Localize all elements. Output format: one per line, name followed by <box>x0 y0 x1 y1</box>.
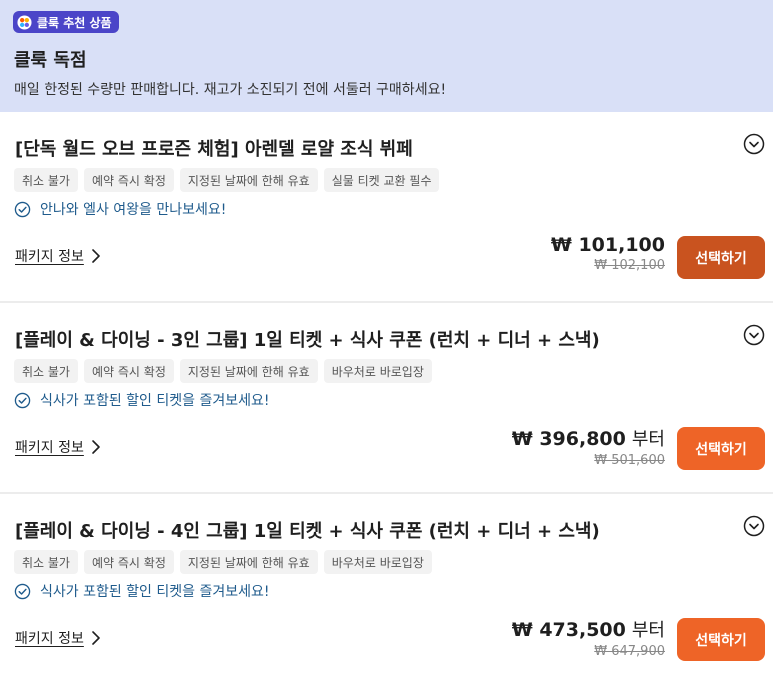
price-block: ₩ 473,500 부터 ₩ 647,900 <box>512 616 665 659</box>
product-tags: 취소 불가 예약 즉시 확정 지정된 날짜에 한해 유효 바우처로 바로입장 <box>14 550 432 574</box>
product-tag: 지정된 날짜에 한해 유효 <box>179 168 318 192</box>
product-tags: 취소 불가 예약 즉시 확정 지정된 날짜에 한해 유효 실물 티켓 교환 필수 <box>14 168 440 192</box>
product-title: [단독 월드 오브 프로즌 체험] 아렌델 로얄 조식 뷔페 <box>15 139 413 160</box>
chevron-right-icon <box>92 440 100 454</box>
expand-chevron-icon[interactable] <box>743 133 765 155</box>
product-tag: 취소 불가 <box>14 550 78 574</box>
product-card: [플레이 & 다이닝 - 3인 그룹] 1일 티켓 + 식사 쿠폰 (런치 + … <box>0 303 773 493</box>
product-highlight-text: 안나와 엘사 여왕을 만나보세요! <box>40 202 227 218</box>
product-tag: 실물 티켓 교환 필수 <box>323 168 440 192</box>
current-price: ₩ 396,800 <box>511 428 626 450</box>
product-highlight-text: 식사가 포함된 할인 티켓을 즐겨보세요! <box>40 393 270 409</box>
package-info-link[interactable]: 패키지 정보 <box>15 437 102 457</box>
select-button[interactable]: 선택하기 <box>677 427 765 470</box>
package-info-label: 패키지 정보 <box>15 440 84 456</box>
promo-subtitle: 매일 한정된 수량만 판매합니다. 재고가 소진되기 전에 서둘러 구매하세요! <box>14 82 447 98</box>
check-circle-icon <box>14 392 31 408</box>
package-info-label: 패키지 정보 <box>15 631 84 647</box>
check-circle-icon <box>14 583 31 599</box>
product-tag: 취소 불가 <box>14 168 78 192</box>
select-button[interactable]: 선택하기 <box>677 618 765 661</box>
price-block: ₩ 396,800 부터 ₩ 501,600 <box>512 425 665 468</box>
product-tag: 예약 즉시 확정 <box>83 168 174 192</box>
product-tag: 바우처로 바로입장 <box>323 550 432 574</box>
product-card: [플레이 & 다이닝 - 4인 그룹] 1일 티켓 + 식사 쿠폰 (런치 + … <box>0 494 773 677</box>
current-price: ₩ 101,100 <box>550 234 665 256</box>
price-from-suffix: 부터 <box>631 429 665 450</box>
exclusive-promo-header: 클룩 추천 상품 클룩 독점 매일 한정된 수량만 판매합니다. 재고가 소진되… <box>0 0 773 112</box>
product-highlight: 안나와 엘사 여왕을 만나보세요! <box>14 199 226 219</box>
product-tag: 바우처로 바로입장 <box>323 359 432 383</box>
original-price: ₩ 102,100 <box>594 258 665 273</box>
check-circle-icon <box>14 201 31 217</box>
recommended-badge-label: 클룩 추천 상품 <box>37 15 112 30</box>
product-highlight: 식사가 포함된 할인 티켓을 즐겨보세요! <box>14 390 270 410</box>
product-title: [플레이 & 다이닝 - 4인 그룹] 1일 티켓 + 식사 쿠폰 (런치 + … <box>15 521 600 542</box>
klook-logo-icon <box>17 14 32 30</box>
product-title: [플레이 & 다이닝 - 3인 그룹] 1일 티켓 + 식사 쿠폰 (런치 + … <box>15 330 600 351</box>
promo-title: 클룩 독점 <box>14 50 87 71</box>
price-from-suffix: 부터 <box>631 620 665 641</box>
expand-chevron-icon[interactable] <box>743 324 765 346</box>
product-card: [단독 월드 오브 프로즌 체험] 아렌델 로얄 조식 뷔페 취소 불가 예약 … <box>0 112 773 302</box>
expand-chevron-icon[interactable] <box>743 515 765 537</box>
product-tag: 취소 불가 <box>14 359 78 383</box>
package-info-label: 패키지 정보 <box>15 249 84 265</box>
package-info-link[interactable]: 패키지 정보 <box>15 246 102 266</box>
exclusive-products-page: 클룩 추천 상품 클룩 독점 매일 한정된 수량만 판매합니다. 재고가 소진되… <box>0 0 773 677</box>
original-price: ₩ 501,600 <box>594 453 665 468</box>
package-info-link[interactable]: 패키지 정보 <box>15 628 102 648</box>
product-highlight: 식사가 포함된 할인 티켓을 즐겨보세요! <box>14 581 270 601</box>
product-tag: 지정된 날짜에 한해 유효 <box>179 550 318 574</box>
chevron-right-icon <box>92 631 100 645</box>
original-price: ₩ 647,900 <box>594 644 665 659</box>
chevron-right-icon <box>92 249 100 263</box>
recommended-badge: 클룩 추천 상품 <box>13 11 119 33</box>
price-block: ₩ 101,100 ₩ 102,100 <box>551 234 665 273</box>
product-tag: 예약 즉시 확정 <box>83 359 174 383</box>
select-button[interactable]: 선택하기 <box>677 236 765 279</box>
product-tags: 취소 불가 예약 즉시 확정 지정된 날짜에 한해 유효 바우처로 바로입장 <box>14 359 432 383</box>
current-price: ₩ 473,500 <box>511 619 626 641</box>
product-tag: 예약 즉시 확정 <box>83 550 174 574</box>
product-tag: 지정된 날짜에 한해 유효 <box>179 359 318 383</box>
product-highlight-text: 식사가 포함된 할인 티켓을 즐겨보세요! <box>40 584 270 600</box>
